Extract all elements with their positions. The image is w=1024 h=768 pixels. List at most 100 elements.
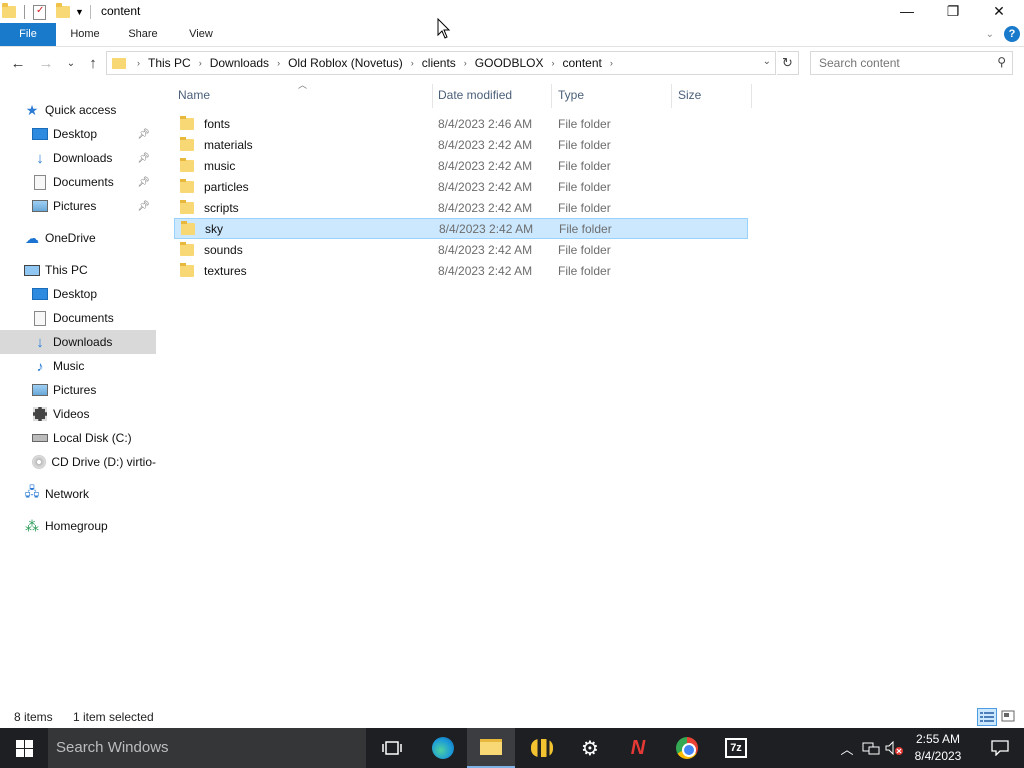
novetus-app-button[interactable]: N	[614, 728, 662, 768]
details-view-button[interactable]	[977, 708, 997, 726]
file-row-selected[interactable]: sky 8/4/2023 2:42 AM File folder	[174, 218, 748, 239]
tab-home[interactable]: Home	[62, 23, 108, 46]
nav-this-pc[interactable]: This PC	[0, 258, 156, 282]
mouse-cursor-icon	[437, 18, 451, 39]
nav-pc-music[interactable]: ♪ Music	[0, 354, 156, 378]
folder-icon	[180, 115, 194, 130]
tab-share[interactable]: Share	[120, 23, 166, 46]
chevron-right-icon[interactable]: ›	[274, 58, 283, 68]
nav-label: Quick access	[45, 103, 117, 117]
nav-homegroup[interactable]: ⁂ Homegroup	[0, 514, 156, 538]
up-button[interactable]: ↑	[83, 54, 103, 74]
7zip-app-button[interactable]: 7z	[712, 728, 760, 768]
clock[interactable]: 2:55 AM 8/4/2023	[906, 731, 970, 765]
file-date: 8/4/2023 2:46 AM	[438, 116, 533, 131]
new-folder-icon[interactable]	[56, 3, 70, 18]
address-dropdown-icon[interactable]: ⌄	[763, 56, 771, 67]
nav-label: Documents	[53, 311, 114, 325]
search-box[interactable]: ⚲	[810, 51, 1013, 75]
chrome-app-button[interactable]	[663, 728, 711, 768]
refresh-button[interactable]: ↻	[777, 51, 799, 75]
nav-label: Downloads	[53, 151, 113, 165]
breadcrumb-this-pc[interactable]: This PC	[143, 56, 196, 70]
edge-app-button[interactable]	[419, 728, 467, 768]
bee-app-button[interactable]	[518, 728, 566, 768]
file-date: 8/4/2023 2:42 AM	[439, 221, 534, 236]
nav-quick-pictures[interactable]: Pictures 📌︎	[0, 194, 156, 218]
file-row[interactable]: music 8/4/2023 2:42 AM File folder	[174, 155, 748, 176]
nav-label: Desktop	[53, 287, 98, 301]
nav-pc-documents[interactable]: Documents	[0, 306, 156, 330]
help-icon[interactable]: ?	[1004, 26, 1020, 42]
nav-pc-desktop[interactable]: Desktop	[0, 282, 156, 306]
nav-onedrive[interactable]: ☁ OneDrive	[0, 226, 156, 250]
file-row[interactable]: textures 8/4/2023 2:42 AM File folder	[174, 260, 748, 281]
show-hidden-icons-button[interactable]: ︿	[838, 728, 856, 768]
tab-view[interactable]: View	[178, 23, 224, 46]
file-date: 8/4/2023 2:42 AM	[438, 137, 533, 152]
chevron-right-icon[interactable]: ›	[408, 58, 417, 68]
nav-quick-desktop[interactable]: Desktop 📌︎	[0, 122, 156, 146]
nav-pc-downloads[interactable]: ↓ Downloads	[0, 330, 156, 354]
nav-pc-cd-drive[interactable]: CD Drive (D:) virtio-	[0, 450, 156, 474]
quick-access-toolbar: ▼	[0, 2, 97, 22]
navigation-pane: ★ Quick access Desktop 📌︎ ↓ Downloads 📌︎…	[0, 78, 156, 704]
search-input[interactable]	[819, 53, 989, 73]
nav-quick-downloads[interactable]: ↓ Downloads 📌︎	[0, 146, 156, 170]
title-divider	[89, 5, 91, 19]
chevron-right-icon[interactable]: ›	[607, 58, 616, 68]
column-header-date[interactable]: Date modified	[432, 84, 552, 106]
task-view-button[interactable]	[368, 728, 416, 768]
file-row[interactable]: materials 8/4/2023 2:42 AM File folder	[174, 134, 748, 155]
properties-icon[interactable]	[33, 4, 46, 20]
nav-label: Music	[53, 359, 85, 373]
chevron-right-icon[interactable]: ›	[461, 58, 470, 68]
nav-quick-documents[interactable]: Documents 📌︎	[0, 170, 156, 194]
download-icon: ↓	[36, 149, 44, 167]
file-name: music	[204, 158, 236, 173]
chevron-right-icon[interactable]: ›	[134, 58, 143, 68]
nav-pc-local-disk[interactable]: Local Disk (C:)	[0, 426, 156, 450]
chevron-right-icon[interactable]: ›	[196, 58, 205, 68]
chevron-right-icon[interactable]: ›	[548, 58, 557, 68]
forward-button[interactable]: →	[36, 54, 56, 74]
breadcrumb-downloads[interactable]: Downloads	[205, 56, 274, 70]
search-icon[interactable]: ⚲	[997, 55, 1006, 69]
breadcrumb-goodblox[interactable]: GOODBLOX	[470, 56, 549, 70]
volume-muted-icon[interactable]	[884, 728, 906, 768]
recent-locations-dropdown[interactable]: ⌄	[61, 54, 81, 74]
close-button[interactable]: ✕	[976, 0, 1022, 23]
column-header-type[interactable]: Type	[552, 84, 672, 106]
folder-icon	[2, 3, 16, 18]
network-tray-icon[interactable]	[860, 728, 882, 768]
column-header-name[interactable]: Name	[172, 84, 432, 106]
settings-app-button[interactable]: ⚙	[566, 728, 614, 768]
column-header-size[interactable]: Size	[672, 84, 752, 106]
file-row[interactable]: particles 8/4/2023 2:42 AM File folder	[174, 176, 748, 197]
nav-pc-videos[interactable]: Videos	[0, 402, 156, 426]
breadcrumb-old-roblox[interactable]: Old Roblox (Novetus)	[283, 56, 408, 70]
customize-toolbar-dropdown-icon[interactable]: ▼	[75, 7, 84, 17]
start-button[interactable]	[0, 728, 48, 768]
column-divider[interactable]	[751, 84, 752, 108]
nav-pc-pictures[interactable]: Pictures	[0, 378, 156, 402]
file-row[interactable]: sounds 8/4/2023 2:42 AM File folder	[174, 239, 748, 260]
minimize-button[interactable]: —	[884, 0, 930, 23]
back-button[interactable]: ←	[8, 54, 28, 74]
large-icons-view-button[interactable]	[999, 708, 1019, 726]
expand-ribbon-icon[interactable]: ⌄	[986, 29, 994, 40]
breadcrumb-content[interactable]: content	[557, 56, 606, 70]
maximize-button[interactable]: ❐	[930, 0, 976, 23]
documents-icon	[32, 310, 48, 326]
file-explorer-icon	[480, 739, 502, 755]
file-row[interactable]: scripts 8/4/2023 2:42 AM File folder	[174, 197, 748, 218]
nav-quick-access[interactable]: ★ Quick access	[0, 98, 156, 122]
nav-network[interactable]: 🖧︎ Network	[0, 482, 156, 506]
address-bar[interactable]: › This PC › Downloads › Old Roblox (Nove…	[106, 51, 776, 75]
file-row[interactable]: fonts 8/4/2023 2:46 AM File folder	[174, 113, 748, 134]
breadcrumb-clients[interactable]: clients	[417, 56, 461, 70]
taskbar-search[interactable]: Search Windows	[48, 728, 366, 768]
tab-file[interactable]: File	[0, 23, 56, 46]
action-center-button[interactable]	[976, 728, 1024, 768]
file-explorer-app-button[interactable]	[467, 728, 515, 768]
